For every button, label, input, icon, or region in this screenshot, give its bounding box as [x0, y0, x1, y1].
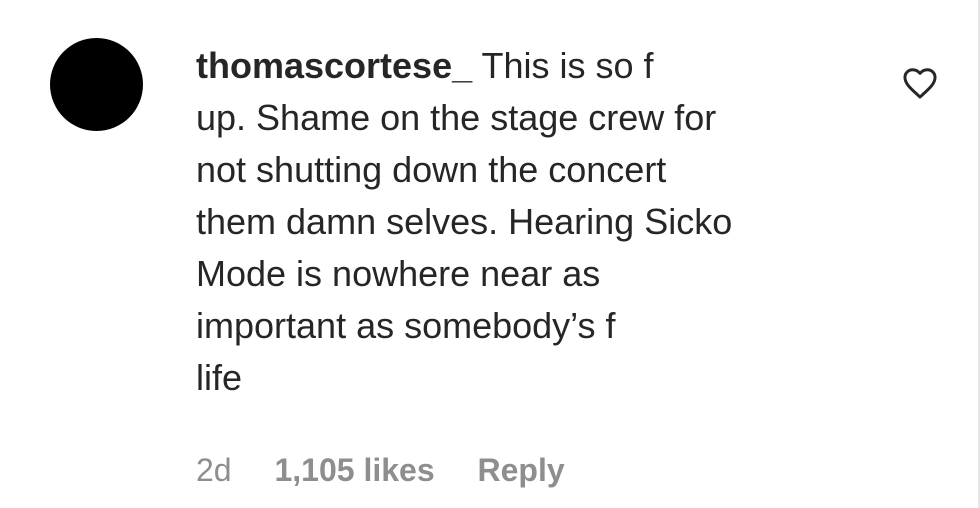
comment-line-7: life: [196, 357, 243, 398]
comment-line-2: up. Shame on the stage crew for: [196, 97, 717, 138]
avatar[interactable]: [50, 38, 143, 131]
comment-line-3: not shutting down the concert: [196, 149, 667, 190]
clipped-glyph-2: f: [605, 305, 616, 346]
heart-icon[interactable]: [900, 64, 940, 100]
comment-card: thomascortese_ This is so f up. Shame on…: [0, 0, 980, 508]
comment-line-6: important as somebody’s f: [196, 300, 856, 352]
comment-text: thomascortese_ This is so f up. Shame on…: [196, 40, 856, 404]
comment-text-segment-6: important as somebody’s: [196, 305, 606, 346]
timestamp: 2d: [196, 452, 232, 488]
comment-line-5: Mode is nowhere near as: [196, 253, 601, 294]
clipped-glyph-1: f: [643, 45, 654, 86]
comment-line-1: thomascortese_ This is so f: [196, 40, 856, 92]
likes-count[interactable]: 1,105 likes: [274, 452, 434, 488]
comment-text-segment-1: This is so: [481, 45, 644, 86]
username[interactable]: thomascortese_: [196, 45, 472, 86]
reply-button[interactable]: Reply: [478, 452, 565, 488]
comment-line-4: them damn selves. Hearing Sicko: [196, 201, 733, 242]
comment-meta: 2d 1,105 likes Reply: [196, 448, 599, 492]
